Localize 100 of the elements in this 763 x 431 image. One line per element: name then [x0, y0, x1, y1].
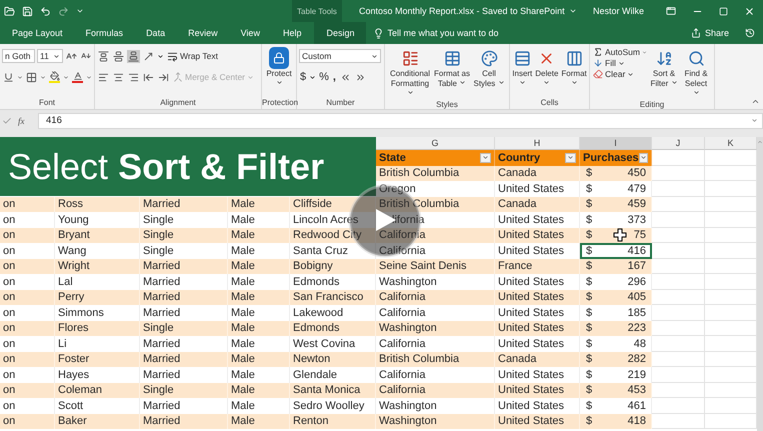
save-icon[interactable]	[22, 6, 33, 16]
filter-button[interactable]	[565, 152, 576, 163]
maximize-icon[interactable]	[719, 6, 728, 16]
group-label: Alignment	[159, 97, 197, 109]
borders-icon[interactable]	[25, 70, 38, 84]
table-cell[interactable]: $ 416	[580, 243, 652, 258]
check-icon[interactable]	[2, 116, 12, 126]
amount: 185	[628, 306, 646, 319]
sigma-icon	[593, 47, 603, 57]
share-button[interactable]: Share	[684, 22, 735, 44]
ribbon-button[interactable]: Format as Table	[433, 47, 471, 99]
table-cell: United States	[495, 414, 580, 429]
ribbon-tab[interactable]: Design	[314, 22, 366, 44]
table-cell: on	[0, 258, 55, 274]
ribbon-tab[interactable]: Formulas	[76, 22, 134, 44]
ribbon-button[interactable]: Sort & Filter	[649, 47, 679, 99]
vertical-align-icon[interactable]	[127, 50, 140, 62]
table-cell: Perry	[55, 290, 140, 305]
caret-icon[interactable]	[568, 7, 577, 15]
table-cell: on	[0, 274, 55, 290]
ribbon-button[interactable]: Find & Select	[680, 47, 712, 99]
table-cell[interactable]: $ 405	[580, 290, 652, 305]
header-label: Purchases	[583, 152, 639, 164]
table-cell[interactable]: $ 223	[580, 320, 652, 336]
ribbon-tab[interactable]: View	[230, 22, 270, 44]
vertical-align-icon[interactable]	[97, 50, 110, 62]
font-color-icon[interactable]	[71, 70, 84, 84]
undo-icon[interactable]	[40, 6, 51, 16]
table-cell: on	[0, 305, 55, 320]
column-header[interactable]: H	[495, 137, 580, 150]
fill-color-icon[interactable]	[48, 70, 61, 84]
table-cell[interactable]: $ 418	[580, 414, 652, 429]
formula-field[interactable]: 416	[38, 112, 763, 128]
column-header[interactable]: K	[705, 137, 757, 150]
table-cell[interactable]: $ 450	[580, 166, 652, 181]
insert-function-button[interactable]: fx	[18, 116, 32, 126]
ribbon-display-icon[interactable]	[666, 6, 676, 16]
font-size-field[interactable]: 11	[37, 49, 63, 63]
ribbon-button[interactable]: Conditional Formatting	[388, 47, 432, 99]
amount: 461	[628, 400, 646, 412]
table-cell: Coleman	[55, 382, 140, 398]
table-cell: Redwood City	[290, 228, 376, 243]
ribbon-button[interactable]: AutoSum	[592, 47, 648, 57]
table-cell: Cliffside	[290, 196, 376, 212]
currency-symbol: $	[586, 338, 592, 350]
wrap-text-button[interactable]: Wrap Text	[166, 50, 219, 62]
ribbon-button[interactable]: Insert	[511, 47, 534, 97]
down-arrow-icon	[593, 58, 603, 68]
amount: 167	[628, 260, 646, 272]
tell-me-field[interactable]: Tell me what you want to do	[387, 28, 499, 38]
collapse-ribbon-icon[interactable]	[751, 97, 760, 106]
ribbon-button[interactable]: Cell Styles	[472, 47, 506, 99]
amount: 459	[628, 198, 646, 210]
ribbon-tab[interactable]: Review	[178, 22, 228, 44]
filter-button[interactable]	[480, 152, 491, 163]
vertical-align-icon[interactable]	[112, 50, 125, 62]
protect-button[interactable]: Protect	[265, 47, 293, 97]
table-cell: Canada	[495, 352, 580, 367]
ribbon-tab[interactable]: Data	[136, 22, 176, 44]
ribbon-tab[interactable]: Page Layout	[2, 22, 73, 44]
table-cell: Single	[140, 320, 228, 336]
table-cell[interactable]: $ 453	[580, 382, 652, 398]
caret-icon	[247, 74, 254, 80]
ribbon-button[interactable]: Fill	[592, 58, 648, 68]
table-cell: West Covina	[290, 336, 376, 352]
caret-icon	[570, 79, 578, 86]
ribbon-button[interactable]: Delete	[534, 47, 560, 97]
column-header[interactable]: I	[580, 137, 652, 150]
comma-button[interactable]: ,	[332, 71, 337, 83]
table-cell: on	[0, 243, 55, 258]
column-header[interactable]: G	[376, 137, 495, 150]
caret-icon	[86, 74, 92, 80]
folder-icon[interactable]	[4, 6, 15, 16]
table-cell[interactable]: $ 282	[580, 352, 652, 367]
ribbon-button[interactable]: Clear	[592, 69, 648, 79]
font-name-field[interactable]: n Goth	[2, 49, 35, 63]
ribbon-button[interactable]: Format	[560, 47, 588, 97]
customize-icon[interactable]	[76, 7, 84, 15]
currency-symbol: $	[586, 229, 592, 242]
table-cell: Married	[140, 258, 228, 274]
table-cell: Young	[55, 212, 140, 228]
percent-button[interactable]: %	[318, 71, 330, 83]
column-header[interactable]: J	[652, 137, 705, 150]
number-format-field[interactable]: Custom	[299, 49, 381, 63]
user-name: Nestor Wilke	[592, 6, 644, 16]
underline-icon[interactable]	[2, 70, 15, 84]
table-cell: Married	[140, 414, 228, 429]
table-cell[interactable]: $ 459	[580, 196, 652, 212]
currency-button[interactable]: $	[299, 71, 308, 83]
scroll-bar[interactable]	[757, 137, 763, 431]
filter-button[interactable]	[638, 152, 648, 163]
table-cell: Seine Saint Denis	[376, 258, 495, 274]
table-cell: Male	[228, 382, 290, 398]
close-icon[interactable]	[744, 6, 755, 16]
expand-icon[interactable]	[751, 117, 758, 124]
ribbon-tab[interactable]: Help	[272, 22, 312, 44]
redo-icon[interactable]	[58, 6, 69, 16]
table-cell[interactable]: $ 167	[580, 258, 652, 274]
caret-icon	[53, 52, 60, 60]
table-cell: Male	[228, 290, 290, 305]
